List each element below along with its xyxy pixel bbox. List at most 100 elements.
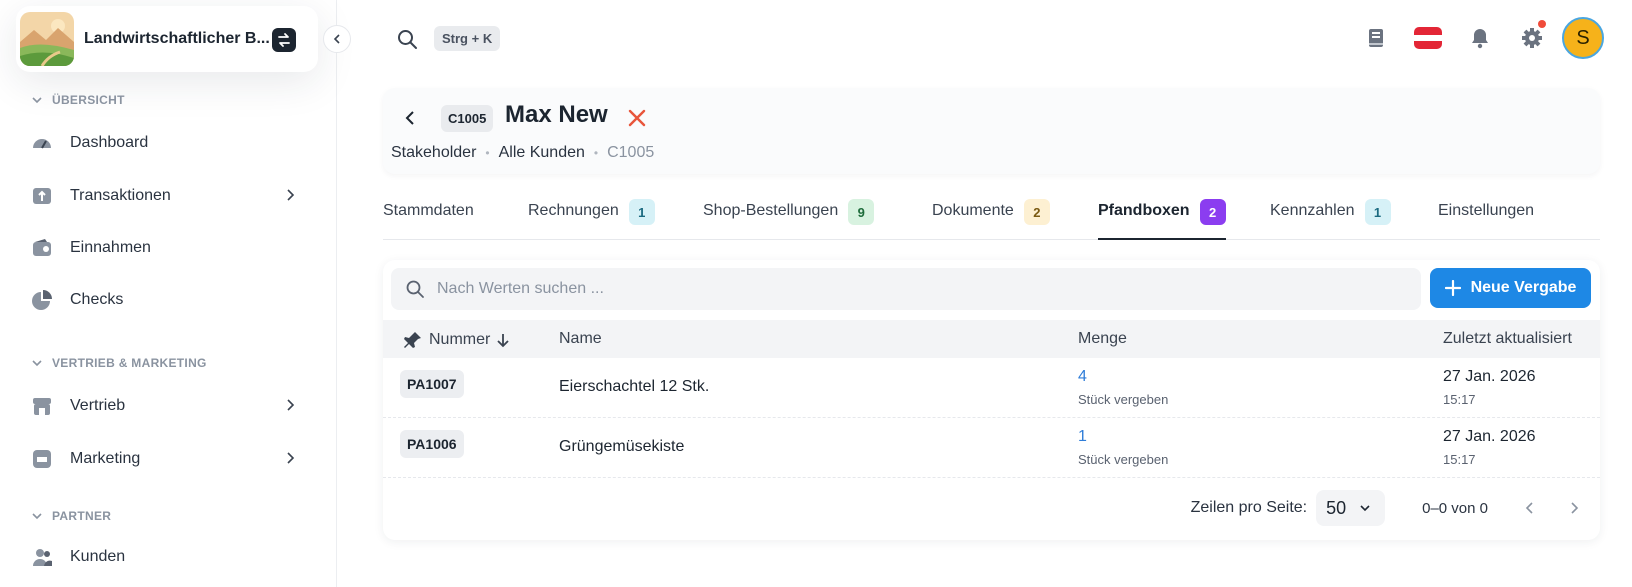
breadcrumb-alle-kunden[interactable]: Alle Kunden bbox=[499, 144, 585, 162]
top-actions: S bbox=[1350, 14, 1604, 62]
section-overview[interactable]: ÜBERSICHT bbox=[32, 93, 125, 107]
chevron-right-icon bbox=[287, 452, 295, 464]
rows-per-page-select[interactable]: 50 bbox=[1316, 490, 1386, 526]
sidebar-item-label: Checks bbox=[70, 291, 124, 308]
sidebar-item-dashboard[interactable]: Dashboard bbox=[30, 125, 312, 161]
column-header-menge[interactable]: Menge bbox=[1078, 330, 1127, 348]
sidebar-item-marketing[interactable]: Marketing bbox=[30, 441, 312, 477]
column-label: Name bbox=[559, 330, 602, 347]
chevron-down-icon bbox=[32, 360, 42, 367]
bell-icon bbox=[1472, 29, 1488, 49]
tab-shop-bestellungen[interactable]: Shop-Bestellungen 9 bbox=[703, 196, 875, 240]
column-header-nummer[interactable]: Nummer bbox=[403, 330, 510, 350]
close-button[interactable] bbox=[626, 107, 648, 129]
updated-time: 15:17 bbox=[1443, 452, 1476, 467]
sidebar-item-label: Transaktionen bbox=[70, 187, 171, 204]
book-icon bbox=[1369, 29, 1383, 47]
tab-label: Rechnungen bbox=[528, 202, 619, 219]
tab-kennzahlen[interactable]: Kennzahlen 1 bbox=[1270, 196, 1391, 240]
section-label: VERTRIEB & MARKETING bbox=[52, 356, 207, 370]
collapse-sidebar-button[interactable] bbox=[323, 25, 351, 53]
megaphone-icon bbox=[30, 447, 54, 471]
tab-pfandboxen[interactable]: Pfandboxen 2 bbox=[1098, 196, 1226, 240]
count-badge: 9 bbox=[848, 199, 875, 225]
language-button[interactable] bbox=[1402, 14, 1454, 62]
quantity-link[interactable]: 1 bbox=[1078, 428, 1168, 446]
next-page-button[interactable] bbox=[1556, 490, 1592, 526]
quantity-caption: Stück vergeben bbox=[1078, 392, 1169, 407]
close-icon bbox=[628, 109, 646, 127]
breadcrumb-separator: • bbox=[485, 146, 490, 160]
arrow-down-icon bbox=[497, 334, 509, 348]
sidebar-item-label: Kunden bbox=[70, 548, 126, 565]
chevron-left-icon bbox=[405, 111, 414, 125]
tab-label: Pfandboxen bbox=[1098, 202, 1190, 219]
pin-icon[interactable] bbox=[403, 330, 423, 350]
store-icon bbox=[30, 394, 54, 418]
tab-label: Shop-Bestellungen bbox=[703, 202, 839, 219]
breadcrumb-current: C1005 bbox=[607, 144, 655, 161]
count-badge: 2 bbox=[1023, 199, 1050, 225]
sidebar: Landwirtschaftlicher B... ÜBERSICHT Dash… bbox=[0, 0, 337, 587]
sidebar-item-einnahmen[interactable]: Einnahmen bbox=[30, 230, 312, 266]
search-icon bbox=[406, 280, 424, 298]
transactions-icon bbox=[30, 184, 54, 208]
new-assignment-button[interactable]: Neue Vergabe bbox=[1430, 268, 1591, 308]
plus-icon bbox=[1444, 280, 1461, 296]
tab-label: Stammdaten bbox=[383, 202, 474, 219]
switch-org-icon[interactable] bbox=[272, 28, 296, 52]
column-label: Zuletzt aktualisiert bbox=[1443, 330, 1572, 347]
tab-einstellungen[interactable]: Einstellungen bbox=[1438, 196, 1534, 240]
table-search[interactable] bbox=[391, 268, 1421, 310]
table-row[interactable]: PA1007 Eierschachtel 12 Stk. 4 Stück ver… bbox=[383, 358, 1600, 418]
item-id-chip: PA1007 bbox=[400, 370, 464, 398]
austria-flag-icon bbox=[1414, 27, 1442, 49]
tab-label: Kennzahlen bbox=[1270, 202, 1355, 219]
tab-stammdaten[interactable]: Stammdaten bbox=[383, 196, 474, 240]
section-sales-marketing[interactable]: VERTRIEB & MARKETING bbox=[32, 356, 207, 370]
global-search[interactable]: Strg + K bbox=[396, 26, 501, 51]
sidebar-item-checks[interactable]: Checks bbox=[30, 282, 312, 318]
count-badge: 2 bbox=[1199, 199, 1226, 225]
chevron-down-icon bbox=[32, 97, 42, 104]
org-logo bbox=[20, 12, 74, 66]
breadcrumb-stakeholder[interactable]: Stakeholder bbox=[391, 144, 476, 162]
tab-bar: Stammdaten Rechnungen 1 Shop-Bestellunge… bbox=[383, 196, 1600, 240]
settings-button[interactable] bbox=[1506, 14, 1558, 62]
pie-chart-icon bbox=[30, 288, 54, 312]
back-button[interactable] bbox=[401, 108, 421, 128]
wallet-icon bbox=[30, 236, 54, 260]
sidebar-item-label: Einnahmen bbox=[70, 239, 151, 256]
quantity-caption: Stück vergeben bbox=[1078, 452, 1169, 467]
sidebar-item-kunden[interactable]: Kunden bbox=[30, 539, 312, 575]
docs-button[interactable] bbox=[1350, 14, 1402, 62]
avatar[interactable]: S bbox=[1562, 17, 1604, 59]
search-shortcut-badge: Strg + K bbox=[434, 26, 501, 51]
notifications-button[interactable] bbox=[1454, 14, 1506, 62]
notification-dot bbox=[1538, 20, 1546, 28]
gear-icon bbox=[1522, 28, 1542, 48]
table-row[interactable]: PA1006 Grüngemüsekiste 1 Stück vergeben … bbox=[383, 418, 1600, 478]
column-header-name[interactable]: Name bbox=[559, 330, 602, 348]
rows-per-page-label: Zeilen pro Seite: bbox=[1190, 499, 1308, 516]
tab-dokumente[interactable]: Dokumente 2 bbox=[932, 196, 1050, 240]
item-id-chip: PA1006 bbox=[400, 430, 464, 458]
sidebar-item-transaktionen[interactable]: Transaktionen bbox=[30, 178, 312, 214]
tab-rechnungen[interactable]: Rechnungen 1 bbox=[528, 196, 655, 240]
previous-page-button[interactable] bbox=[1512, 490, 1548, 526]
chevron-right-icon bbox=[1571, 502, 1579, 514]
item-name: Eierschachtel 12 Stk. bbox=[559, 378, 710, 395]
chevron-down-icon bbox=[32, 513, 42, 520]
sidebar-item-vertrieb[interactable]: Vertrieb bbox=[30, 388, 312, 424]
chevron-left-icon bbox=[1525, 502, 1533, 514]
section-partner[interactable]: PARTNER bbox=[32, 509, 111, 523]
search-input[interactable] bbox=[437, 280, 1337, 298]
column-label: Nummer bbox=[429, 331, 491, 348]
org-name: Landwirtschaftlicher B... bbox=[84, 30, 270, 47]
pagination: Zeilen pro Seite: 50 0–0 von 0 bbox=[1191, 490, 1600, 526]
column-header-updated[interactable]: Zuletzt aktualisiert bbox=[1443, 330, 1572, 348]
breadcrumb: Stakeholder • Alle Kunden • C1005 bbox=[391, 144, 654, 162]
sidebar-item-label: Dashboard bbox=[70, 134, 149, 151]
quantity-link[interactable]: 4 bbox=[1078, 368, 1168, 386]
org-switcher[interactable]: Landwirtschaftlicher B... bbox=[16, 6, 318, 72]
